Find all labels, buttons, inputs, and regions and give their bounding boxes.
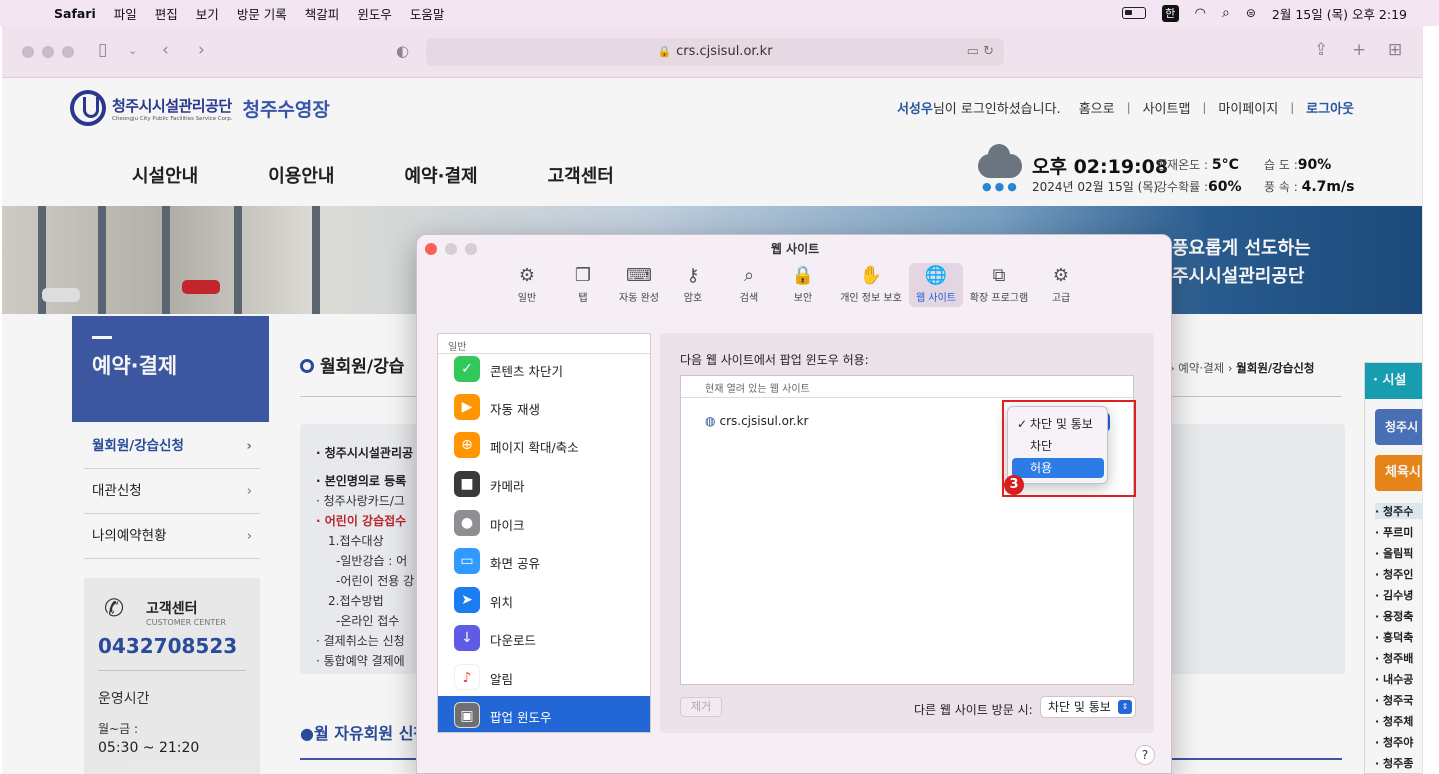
updown-arrows-icon: ⇕	[1118, 700, 1132, 714]
sidebar-item-camera[interactable]: ■ 카메라	[438, 465, 650, 503]
content-blocker-icon: ✓	[454, 356, 480, 382]
forward-icon[interactable]: ›	[198, 40, 205, 60]
sidebar-item-screen-sharing[interactable]: ▭ 화면 공유	[438, 542, 650, 580]
list-item[interactable]: ◍ crs.cjsisul.or.kr	[705, 414, 808, 428]
spotlight-search-icon[interactable]: ⌕	[1222, 5, 1230, 21]
gear-icon: ⚙	[518, 265, 536, 286]
globe-icon: 🌐	[924, 265, 948, 286]
gears-icon: ⚙	[1052, 265, 1070, 286]
sidebar-item-microphone[interactable]: ● 마이크	[438, 504, 650, 542]
autoplay-icon: ▶	[454, 394, 480, 420]
input-source-icon[interactable]: 한	[1161, 4, 1179, 22]
menu-view[interactable]: 보기	[196, 4, 219, 23]
prefs-title: 웹 사이트	[770, 242, 820, 256]
privacy-shield-icon[interactable]: ◐	[396, 42, 409, 60]
sidebar-toggle-icon[interactable]: ▯	[98, 40, 107, 60]
puzzle-icon: ⧉	[992, 265, 1006, 286]
window-close-button[interactable]	[22, 46, 34, 58]
lock-icon: 🔒	[791, 265, 815, 286]
control-center-icon[interactable]: ⊜	[1246, 6, 1256, 20]
menu-history[interactable]: 방문 기록	[237, 4, 287, 23]
battery-icon[interactable]	[1121, 7, 1146, 19]
macos-menubar: Safari 파일 편집 보기 방문 기록 책갈피 윈도우 도움말 한 ◠ ⌕ …	[0, 0, 1439, 26]
menu-bookmarks[interactable]: 책갈피	[305, 4, 340, 23]
reload-icon[interactable]: ↻	[983, 44, 994, 59]
sidebar-item-page-zoom[interactable]: ⊕ 페이지 확대/축소	[438, 426, 650, 464]
address-bar[interactable]: 🔒 crs.cjsisul.or.kr ▭ ↻	[426, 38, 1004, 66]
microphone-icon: ●	[454, 510, 480, 536]
tab-autofill[interactable]: ⌨ 자동 완성	[613, 263, 665, 307]
tab-tabs[interactable]: ❐ 탭	[563, 263, 603, 307]
pane-label: 다음 웹 사이트에서 팝업 윈도우 허용:	[680, 353, 869, 367]
window-minimize-button[interactable]	[42, 46, 54, 58]
menu-file[interactable]: 파일	[114, 4, 137, 23]
site-favicon-icon: ◍	[705, 414, 716, 428]
sidebar-item-downloads[interactable]: ↓ 다운로드	[438, 619, 650, 657]
menu-app-safari[interactable]: Safari	[54, 6, 96, 21]
window-zoom-button[interactable]	[62, 46, 74, 58]
sidebar-item-content-blockers[interactable]: ✓ 콘텐츠 차단기	[438, 350, 650, 388]
menu-window[interactable]: 윈도우	[357, 4, 392, 23]
annotation-step-number: 3	[1004, 475, 1024, 495]
sidebar-item-location[interactable]: ➤ 위치	[438, 581, 650, 619]
tab-passwords[interactable]: ⚷ 암호	[673, 263, 713, 307]
tab-security[interactable]: 🔒 보안	[783, 263, 823, 307]
other-websites-label: 다른 웹 사이트 방문 시:	[914, 703, 1033, 717]
window-edge	[1422, 26, 1439, 774]
tab-general[interactable]: ⚙ 일반	[507, 263, 547, 307]
download-icon: ↓	[454, 625, 480, 651]
lock-icon: 🔒	[657, 45, 672, 58]
zoom-icon: ⊕	[454, 432, 480, 458]
bell-icon: ♪	[454, 664, 480, 690]
remove-button[interactable]: 제거	[680, 697, 722, 717]
share-icon[interactable]: ⇪	[1314, 40, 1328, 60]
camera-icon: ■	[454, 471, 480, 497]
location-icon: ➤	[454, 587, 480, 613]
wifi-icon[interactable]: ◠	[1195, 6, 1206, 21]
sidebar-item-autoplay[interactable]: ▶ 자동 재생	[438, 388, 650, 426]
list-header: 현재 열려 있는 웹 사이트	[705, 384, 810, 395]
safari-preferences-window: 웹 사이트 ⚙ 일반 ❐ 탭 ⌨ 자동 완성 ⚷ 암호 ⌕ 검색 🔒 보안 ✋ 개인 정보 보…	[416, 234, 1172, 774]
menubar-clock[interactable]: 2월 15일 (목) 오후 2:19	[1272, 4, 1407, 23]
hand-icon: ✋	[859, 265, 883, 286]
key-icon: ⚷	[686, 265, 700, 286]
websites-sidebar: 일반 ✓ 콘텐츠 차단기 ▶ 자동 재생 ⊕ 페이지 확대/축소 ■ 카메라 ●…	[437, 333, 651, 733]
back-icon[interactable]: ‹	[162, 40, 169, 60]
sidebar-item-notifications[interactable]: ♪ 알림	[438, 658, 650, 696]
tab-extensions[interactable]: ⧉ 확장 프로그램	[967, 263, 1031, 307]
new-tab-icon[interactable]: +	[1352, 40, 1366, 60]
address-url: crs.cjsisul.or.kr	[676, 44, 773, 59]
menu-help[interactable]: 도움말	[410, 4, 445, 23]
help-button[interactable]: ?	[1135, 745, 1155, 765]
search-icon: ⌕	[743, 265, 755, 286]
tab-overview-icon[interactable]: ⊞	[1388, 40, 1402, 60]
tab-advanced[interactable]: ⚙ 고급	[1041, 263, 1081, 307]
tab-websites[interactable]: 🌐 웹 사이트	[909, 263, 963, 307]
other-websites-select[interactable]: 차단 및 통보 ⇕	[1040, 696, 1136, 718]
safari-toolbar: ▯ ⌄ ‹ › ◐ 🔒 crs.cjsisul.or.kr ▭ ↻ ⇪ + ⊞	[2, 26, 1422, 78]
screen-share-icon: ▭	[454, 548, 480, 574]
menu-edit[interactable]: 편집	[155, 4, 178, 23]
sidebar-chevron-down-icon[interactable]: ⌄	[128, 44, 137, 57]
tab-search[interactable]: ⌕ 검색	[729, 263, 769, 307]
popup-window-icon: ▣	[454, 702, 480, 728]
sidebar-item-popup-windows[interactable]: ▣ 팝업 윈도우	[438, 696, 650, 732]
tab-privacy[interactable]: ✋ 개인 정보 보호	[835, 263, 907, 307]
divider	[681, 397, 1133, 398]
popup-settings-pane: 다음 웹 사이트에서 팝업 윈도우 허용: 현재 열려 있는 웹 사이트 ◍ cr…	[660, 333, 1154, 733]
reader-icon[interactable]: ▭	[967, 44, 979, 59]
autofill-icon: ⌨	[626, 265, 652, 286]
tabs-icon: ❐	[574, 265, 592, 286]
